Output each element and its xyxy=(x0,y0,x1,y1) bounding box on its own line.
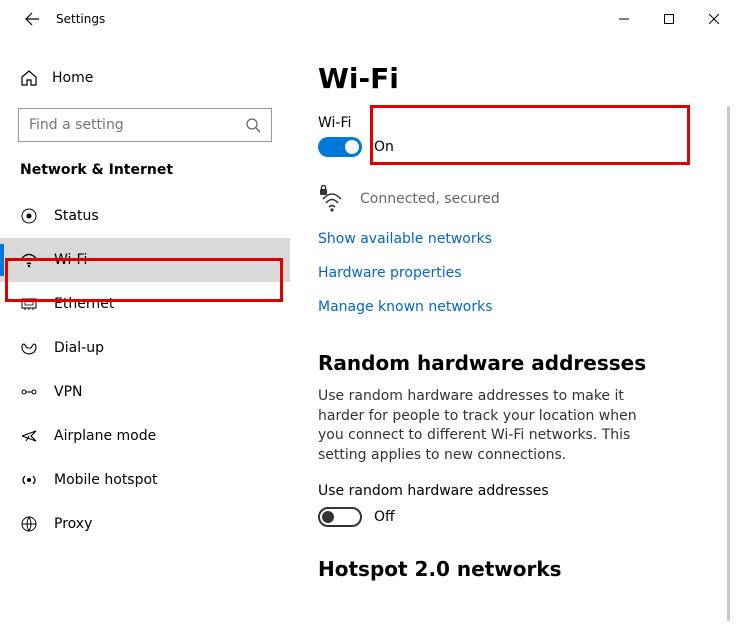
sidebar-item-ethernet[interactable]: Ethernet xyxy=(0,282,290,326)
proxy-icon xyxy=(20,515,38,533)
sidebar-item-vpn[interactable]: VPN xyxy=(0,370,290,414)
category-heading: Network & Internet xyxy=(0,142,290,186)
sidebar-item-proxy[interactable]: Proxy xyxy=(0,502,290,546)
page-title: Wi-Fi xyxy=(318,62,708,95)
home-nav[interactable]: Home xyxy=(0,58,290,98)
arrow-left-icon xyxy=(24,11,40,27)
scrollbar[interactable] xyxy=(727,106,730,621)
close-button[interactable] xyxy=(691,3,736,35)
sidebar-item-hotspot[interactable]: Mobile hotspot xyxy=(0,458,290,502)
maximize-button[interactable] xyxy=(646,3,691,35)
random-mac-heading: Random hardware addresses xyxy=(318,351,708,375)
connection-status: Connected, secured xyxy=(360,191,500,207)
hotspot2-heading: Hotspot 2.0 networks xyxy=(318,557,708,581)
dialup-icon xyxy=(20,339,38,357)
wifi-toggle-state: On xyxy=(374,139,394,155)
close-icon xyxy=(709,14,719,24)
sidebar-item-label: Proxy xyxy=(54,516,92,532)
sidebar-item-label: Airplane mode xyxy=(54,428,156,444)
airplane-icon xyxy=(20,427,38,445)
sidebar-item-dialup[interactable]: Dial-up xyxy=(0,326,290,370)
sidebar-item-status[interactable]: Status xyxy=(0,194,290,238)
random-mac-toggle-label: Use random hardware addresses xyxy=(318,483,708,499)
wifi-toggle-label: Wi-Fi xyxy=(318,115,708,131)
sidebar: Home Network & Internet Status xyxy=(0,38,292,631)
titlebar: Settings xyxy=(0,0,736,38)
status-icon xyxy=(20,207,38,225)
sidebar-item-label: Wi-Fi xyxy=(54,252,87,268)
sidebar-item-label: Status xyxy=(54,208,99,224)
link-show-networks[interactable]: Show available networks xyxy=(318,231,708,247)
sidebar-item-wifi[interactable]: Wi-Fi xyxy=(0,238,290,282)
home-icon xyxy=(20,69,38,87)
sidebar-item-label: VPN xyxy=(54,384,83,400)
sidebar-item-label: Mobile hotspot xyxy=(54,472,158,488)
window-title: Settings xyxy=(56,12,105,26)
wifi-icon xyxy=(20,251,38,269)
random-mac-toggle-state: Off xyxy=(374,509,395,525)
link-manage-known[interactable]: Manage known networks xyxy=(318,299,708,315)
minimize-button[interactable] xyxy=(601,3,646,35)
sidebar-item-label: Ethernet xyxy=(54,296,114,312)
minimize-icon xyxy=(619,14,629,24)
back-button[interactable] xyxy=(16,3,48,35)
search-box[interactable] xyxy=(18,108,272,142)
sidebar-item-airplane[interactable]: Airplane mode xyxy=(0,414,290,458)
ethernet-icon xyxy=(20,295,38,313)
hotspot-icon xyxy=(20,471,38,489)
wifi-toggle[interactable] xyxy=(318,137,362,157)
link-hardware-properties[interactable]: Hardware properties xyxy=(318,265,708,281)
search-input[interactable] xyxy=(19,109,235,141)
random-mac-desc: Use random hardware addresses to make it… xyxy=(318,387,638,465)
sidebar-item-label: Dial-up xyxy=(54,340,104,356)
search-icon xyxy=(235,117,271,133)
maximize-icon xyxy=(664,14,674,24)
content-pane: Wi-Fi Wi-Fi On Connected, secured Show a xyxy=(292,38,736,631)
vpn-icon xyxy=(20,383,38,401)
nav-list: Status Wi-Fi Ethernet xyxy=(0,194,290,546)
wifi-secured-icon xyxy=(318,185,346,213)
home-label: Home xyxy=(52,70,93,86)
random-mac-toggle[interactable] xyxy=(318,507,362,527)
